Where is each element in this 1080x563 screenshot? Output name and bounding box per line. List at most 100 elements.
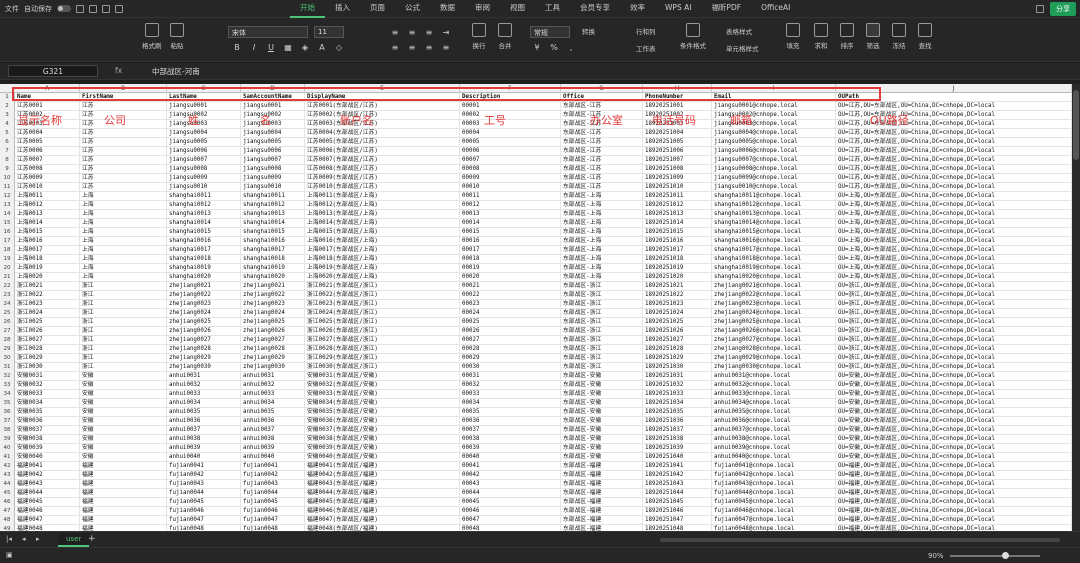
cell[interactable]: zhejiang0027@cnhope.local — [712, 336, 836, 345]
cell[interactable]: OU=江苏,OU=东部战区,OU=China,DC=cnhope,DC=loca… — [836, 111, 1072, 120]
cell[interactable]: 浙江0025(东部战区/浙江) — [305, 318, 460, 327]
header-cell[interactable]: DisplayName — [305, 93, 460, 102]
cell[interactable]: fujian0041@cnhope.local — [712, 462, 836, 471]
cell[interactable]: 东部战区-江苏 — [561, 102, 643, 111]
cell[interactable]: shanghai0020 — [241, 273, 305, 282]
cell[interactable]: 安徽0040 — [15, 453, 80, 462]
cell[interactable]: anhui0031 — [167, 372, 241, 381]
row-header[interactable]: 15 — [0, 219, 15, 228]
cell[interactable]: anhui0034 — [167, 399, 241, 408]
cell[interactable]: OU=上海,OU=东部战区,OU=China,DC=cnhope,DC=loca… — [836, 246, 1072, 255]
cell[interactable]: anhui0040 — [167, 453, 241, 462]
cell[interactable]: OU=浙江,OU=东部战区,OU=China,DC=cnhope,DC=loca… — [836, 363, 1072, 372]
cell[interactable]: 18920251020 — [643, 273, 712, 282]
cell[interactable]: 18920251028 — [643, 345, 712, 354]
cell[interactable]: 东部战区-安徽 — [561, 453, 643, 462]
cell[interactable]: 浙江0028 — [15, 345, 80, 354]
convert-button[interactable]: 转换 — [582, 26, 595, 36]
cell[interactable]: 18920251013 — [643, 210, 712, 219]
cell[interactable]: jiangsu0004 — [167, 129, 241, 138]
save-icon[interactable] — [76, 4, 84, 13]
row-header[interactable]: 23 — [0, 291, 15, 300]
row-header[interactable]: 9 — [0, 165, 15, 174]
cell[interactable]: OU=浙江,OU=东部战区,OU=China,DC=cnhope,DC=loca… — [836, 291, 1072, 300]
cell[interactable]: 00039 — [460, 444, 561, 453]
cell[interactable]: 18920251004 — [643, 129, 712, 138]
menu-tab-7[interactable]: 工具 — [535, 0, 570, 18]
cell[interactable]: 上海0014(东部战区/上海) — [305, 219, 460, 228]
cell[interactable]: 00012 — [460, 201, 561, 210]
cell[interactable]: anhui0040 — [241, 453, 305, 462]
cell[interactable]: anhui0036 — [167, 417, 241, 426]
cell[interactable]: 浙江0025 — [15, 318, 80, 327]
cell[interactable]: anhui0037 — [241, 426, 305, 435]
cell[interactable]: OU=上海,OU=东部战区,OU=China,DC=cnhope,DC=loca… — [836, 228, 1072, 237]
nav-prev-icon[interactable]: ◂ — [22, 535, 26, 543]
cell[interactable]: fujian0047 — [241, 516, 305, 525]
row-header[interactable]: 38 — [0, 426, 15, 435]
cell[interactable]: 福建 — [80, 489, 167, 498]
cell[interactable]: 00033 — [460, 390, 561, 399]
cell[interactable]: 福建 — [80, 471, 167, 480]
menu-tab-5[interactable]: 审阅 — [465, 0, 500, 18]
cell[interactable]: 浙江0023(东部战区/浙江) — [305, 300, 460, 309]
cell[interactable]: anhui0039 — [167, 444, 241, 453]
row-header[interactable]: 7 — [0, 147, 15, 156]
cell[interactable]: 东部战区-上海 — [561, 237, 643, 246]
cell[interactable]: 上海0015 — [15, 228, 80, 237]
cell[interactable]: shanghai0018 — [241, 255, 305, 264]
cell[interactable]: zhejiang0025 — [167, 318, 241, 327]
vertical-scroll-thumb[interactable] — [1073, 90, 1079, 160]
header-cell[interactable]: Email — [712, 93, 836, 102]
cell[interactable]: shanghai0015@cnhope.local — [712, 228, 836, 237]
header-cell[interactable]: PhoneNumber — [643, 93, 712, 102]
cell[interactable]: 浙江0026 — [15, 327, 80, 336]
cell[interactable]: 上海 — [80, 228, 167, 237]
menu-tab-6[interactable]: 视图 — [500, 0, 535, 18]
font-color-icon[interactable]: A — [317, 43, 327, 52]
cell[interactable]: 18920251019 — [643, 264, 712, 273]
cell[interactable]: fujian0043 — [241, 480, 305, 489]
cell[interactable]: 上海 — [80, 255, 167, 264]
cell[interactable]: 江苏 — [80, 156, 167, 165]
cell[interactable]: fujian0046 — [241, 507, 305, 516]
redo-icon[interactable] — [115, 4, 123, 13]
format-brush-button[interactable]: 格式刷 — [142, 23, 162, 50]
cell[interactable]: 00013 — [460, 210, 561, 219]
cell[interactable]: anhui0038@cnhope.local — [712, 435, 836, 444]
cell[interactable]: 安徽0033 — [15, 390, 80, 399]
font-size-select[interactable]: 11 — [314, 26, 344, 38]
macro-icon[interactable]: ▣ — [6, 551, 13, 559]
cell[interactable]: 18920251046 — [643, 507, 712, 516]
zoom-slider-knob[interactable] — [1002, 552, 1009, 559]
row-header[interactable]: 19 — [0, 255, 15, 264]
cell[interactable]: jiangsu0007@cnhope.local — [712, 156, 836, 165]
cell[interactable]: 18920251026 — [643, 327, 712, 336]
cell[interactable]: 东部战区-浙江 — [561, 309, 643, 318]
cell[interactable]: shanghai0020@cnhope.local — [712, 273, 836, 282]
row-header[interactable]: 36 — [0, 408, 15, 417]
cell[interactable]: anhui0039@cnhope.local — [712, 444, 836, 453]
cell[interactable]: anhui0039 — [241, 444, 305, 453]
cell[interactable]: 东部战区-江苏 — [561, 129, 643, 138]
cell[interactable]: OU=江苏,OU=东部战区,OU=China,DC=cnhope,DC=loca… — [836, 129, 1072, 138]
cell[interactable]: fujian0044 — [167, 489, 241, 498]
cell[interactable]: 00035 — [460, 408, 561, 417]
cell[interactable]: shanghai0013@cnhope.local — [712, 210, 836, 219]
cell[interactable]: 福建0047(东部战区/福建) — [305, 516, 460, 525]
cell[interactable]: 东部战区-安徽 — [561, 408, 643, 417]
cell[interactable]: 安徽 — [80, 435, 167, 444]
cell[interactable]: 浙江0026(东部战区/浙江) — [305, 327, 460, 336]
cell[interactable]: shanghai0017@cnhope.local — [712, 246, 836, 255]
share-button[interactable]: 分享 — [1050, 1, 1076, 16]
column-header-C[interactable]: C — [167, 84, 241, 93]
cell[interactable]: 江苏0003(东部战区/江苏) — [305, 120, 460, 129]
row-header[interactable]: 6 — [0, 138, 15, 147]
cell[interactable]: 江苏0010(东部战区/江苏) — [305, 183, 460, 192]
cell[interactable]: zhejiang0030 — [167, 363, 241, 372]
rows-cols-button[interactable]: 行和列 — [636, 26, 656, 36]
italic-icon[interactable]: I — [249, 43, 259, 52]
row-header[interactable]: 12 — [0, 192, 15, 201]
cell[interactable]: 东部战区-上海 — [561, 201, 643, 210]
cell[interactable]: 江苏0009 — [15, 174, 80, 183]
